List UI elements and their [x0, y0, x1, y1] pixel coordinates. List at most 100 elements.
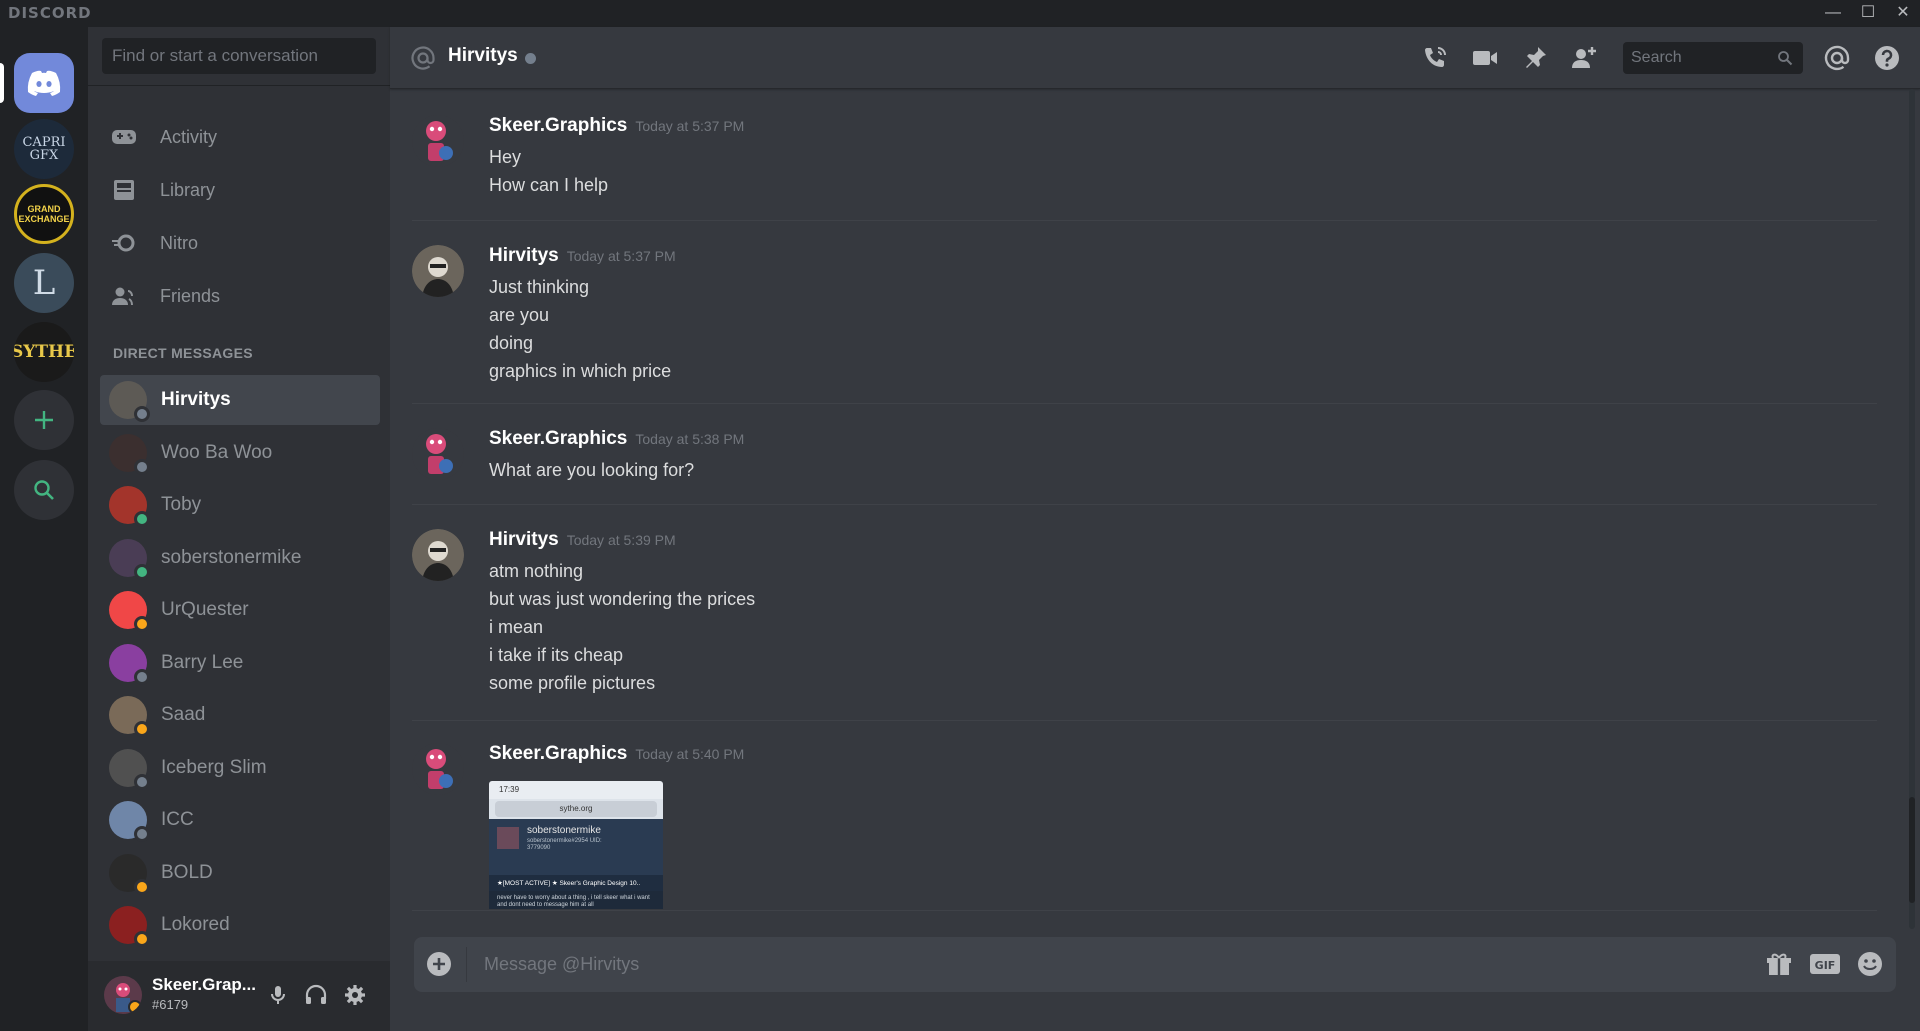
message-body: Just thinking are you doing graphics in whi…: [489, 273, 671, 385]
gift-button[interactable]: [1766, 951, 1792, 982]
emoji-button[interactable]: [1857, 951, 1883, 982]
chat-header: Hirvitys Search: [390, 27, 1920, 89]
dm-avatar: [109, 433, 150, 475]
maximize-button[interactable]: ☐: [1853, 0, 1883, 27]
mute-button[interactable]: [266, 983, 290, 1007]
message-timestamp: Today at 5:38 PM: [635, 431, 745, 447]
dm-item[interactable]: soberstonermike: [100, 533, 380, 583]
message-timestamp: Today at 5:40 PM: [635, 746, 745, 762]
message-author[interactable]: Hirvitys Today at 5:39 PM: [489, 529, 676, 551]
message-body: What are you looking for?: [489, 456, 694, 484]
dm-name: Hirvitys: [161, 389, 231, 410]
message-group-divider: [412, 720, 1877, 721]
start-voice-call-button[interactable]: [1421, 44, 1449, 72]
status-dot: [134, 458, 150, 475]
chat-area: Hirvitys Search Skeer.Graphics Today at 5…: [390, 27, 1920, 1031]
start-video-call-button[interactable]: [1471, 44, 1499, 72]
add-friend-to-dm-button[interactable]: [1570, 44, 1598, 72]
author-name[interactable]: Hirvitys: [489, 529, 559, 550]
recipient-status-dot: [525, 53, 536, 64]
upload-button[interactable]: [426, 951, 452, 982]
user-avatar[interactable]: [104, 976, 142, 1014]
sidebar-divider: [88, 85, 390, 86]
message-author[interactable]: Skeer.Graphics Today at 5:38 PM: [489, 428, 744, 450]
gamepad-icon: [110, 123, 138, 151]
author-name[interactable]: Hirvitys: [489, 245, 559, 266]
dm-item[interactable]: Saad: [100, 690, 380, 740]
nav-friends-label: Friends: [160, 285, 221, 306]
nav-library[interactable]: Library: [100, 166, 380, 214]
attachment-thread-title: ★[MOST ACTIVE] ★ Skeer's Graphic Design …: [489, 875, 663, 891]
attachment-image[interactable]: 17:39 sythe.org soberstonermike sobersto…: [489, 781, 663, 909]
dm-item[interactable]: UrQuester: [100, 585, 380, 635]
dm-item[interactable]: Barry Lee: [100, 638, 380, 688]
nav-activity-label: Activity: [160, 126, 218, 147]
dm-item[interactable]: Toby: [100, 480, 380, 530]
message-line: atm nothing: [489, 561, 584, 581]
dm-item[interactable]: Hirvitys: [100, 375, 380, 425]
recipient-name: Hirvitys: [448, 45, 518, 66]
author-name[interactable]: Skeer.Graphics: [489, 115, 627, 136]
nav-friends[interactable]: Friends: [100, 272, 380, 320]
server-grand-exchange[interactable]: GRAND EXCHANGE: [14, 184, 74, 244]
dm-name: Woo Ba Woo: [161, 441, 273, 463]
deafen-button[interactable]: [304, 983, 328, 1007]
help-button[interactable]: [1873, 44, 1901, 72]
message-author[interactable]: Skeer.Graphics Today at 5:40 PM: [489, 743, 744, 765]
message-input[interactable]: Message @Hirvitys: [484, 937, 1684, 992]
pinned-messages-button[interactable]: [1521, 44, 1549, 72]
nav-activity[interactable]: Activity: [100, 113, 380, 161]
home-button[interactable]: [14, 53, 74, 113]
attachment-profile-sub: soberstonermike#2954 UID: 3779090: [527, 838, 602, 851]
status-dot: [134, 721, 150, 737]
plus-icon: [35, 411, 53, 429]
message-line: graphics in which price: [489, 361, 672, 381]
direct-messages-header: DIRECT MESSAGES: [113, 345, 253, 361]
chat-search-input[interactable]: Search: [1623, 42, 1803, 74]
message-author[interactable]: Skeer.Graphics Today at 5:37 PM: [489, 115, 744, 137]
friends-icon: [110, 282, 138, 310]
message-avatar[interactable]: [412, 743, 464, 795]
video-camera-icon: [1473, 51, 1497, 65]
explore-servers-button[interactable]: [14, 460, 74, 520]
headphones-icon: [305, 984, 327, 1004]
library-icon: [110, 176, 138, 204]
author-name[interactable]: Skeer.Graphics: [489, 428, 627, 449]
message-avatar[interactable]: [412, 529, 464, 581]
nav-nitro[interactable]: Nitro: [100, 219, 380, 267]
status-dot: [134, 931, 150, 947]
server-sythe[interactable]: SYTHE: [14, 322, 74, 382]
status-dot: [134, 616, 150, 632]
message-avatar[interactable]: [412, 115, 464, 167]
user-panel: Skeer.Grap... #6179: [88, 961, 390, 1031]
message-composer: Message @Hirvitys GIF: [414, 937, 1896, 992]
nav-library-label: Library: [160, 179, 216, 200]
message-author[interactable]: Hirvitys Today at 5:37 PM: [489, 245, 676, 267]
scrollbar-thumb[interactable]: [1909, 797, 1915, 903]
message-timestamp: Today at 5:37 PM: [635, 118, 745, 134]
mention-icon: [1824, 45, 1850, 71]
search-icon: [1778, 51, 1793, 66]
find-conversation-input[interactable]: Find or start a conversation: [102, 38, 376, 74]
message-avatar[interactable]: [412, 428, 464, 480]
dm-item[interactable]: ICC: [100, 795, 380, 845]
dm-item[interactable]: Lokored: [100, 900, 380, 950]
message-avatar[interactable]: [412, 245, 464, 297]
add-server-button[interactable]: [14, 390, 74, 450]
dm-item[interactable]: Iceberg Slim: [100, 743, 380, 793]
dm-item[interactable]: Woo Ba Woo: [100, 428, 380, 478]
attachment-urlbar: sythe.org: [489, 799, 663, 819]
author-name[interactable]: Skeer.Graphics: [489, 743, 627, 764]
attachment-url: sythe.org: [495, 801, 657, 817]
gif-button[interactable]: GIF: [1809, 952, 1841, 976]
user-name: Skeer.Grap...: [152, 975, 256, 994]
status-dot: [134, 826, 150, 842]
server-capri-gfx[interactable]: CAPRI GFX: [14, 119, 74, 179]
minimize-button[interactable]: —: [1818, 0, 1848, 27]
settings-button[interactable]: [343, 983, 367, 1007]
close-button[interactable]: ✕: [1888, 0, 1918, 27]
mentions-button[interactable]: [1823, 44, 1851, 72]
server-l[interactable]: L: [14, 253, 74, 313]
dm-item[interactable]: BOLD: [100, 848, 380, 898]
at-icon: [410, 45, 436, 76]
